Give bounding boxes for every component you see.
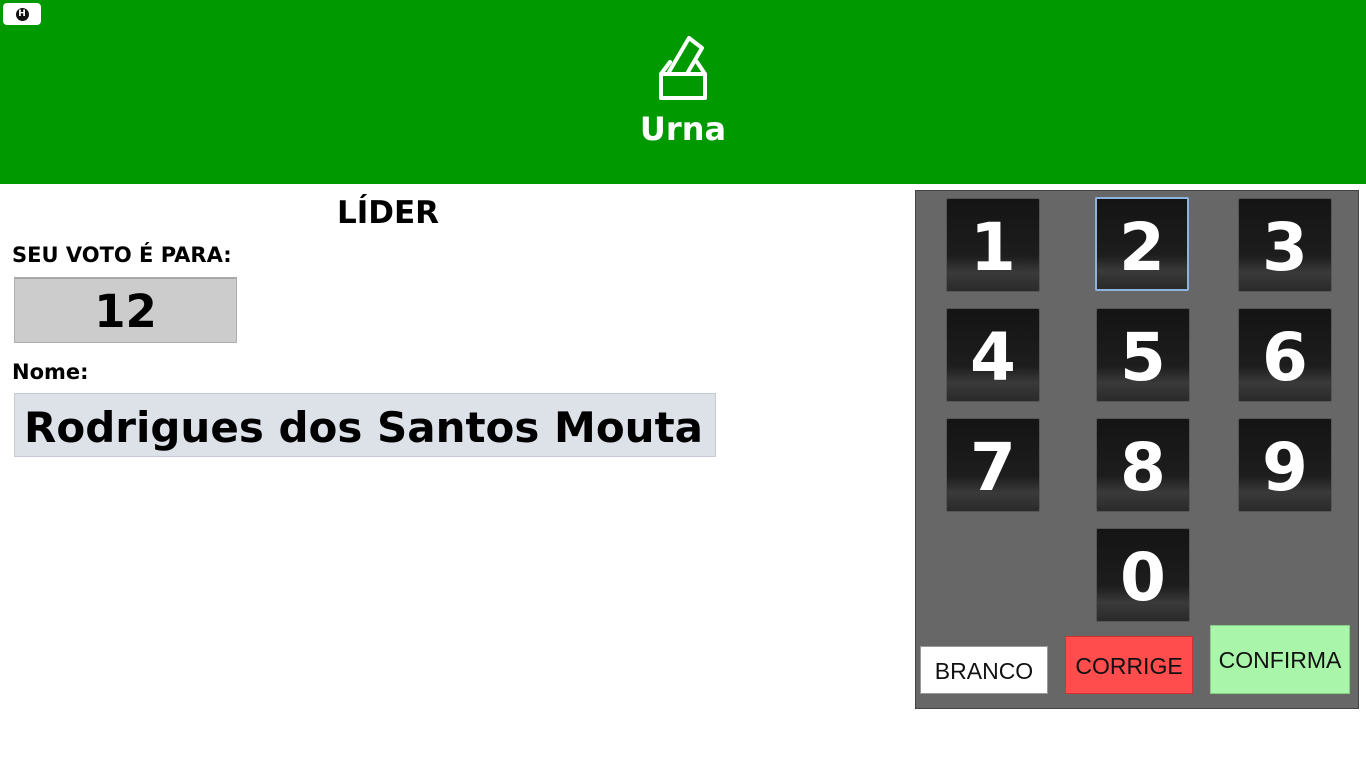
corner-menu-button[interactable]: H [3, 3, 41, 25]
candidate-name-display: Rodrigues dos Santos Mouta [14, 393, 716, 457]
vote-label: SEU VOTO É PARA: [12, 243, 232, 267]
app-title: Urna [639, 110, 727, 148]
corner-menu-icon: H [15, 7, 29, 21]
key-0[interactable]: 0 [1096, 528, 1190, 622]
branco-button[interactable]: BRANCO [920, 646, 1048, 694]
app-header: H Urna [0, 0, 1366, 184]
key-1[interactable]: 1 [946, 198, 1040, 292]
vote-number-display: 12 [14, 277, 237, 343]
keypad-panel: 1 2 3 4 5 6 7 8 9 0 BRANCO CORRIGE CONFI… [915, 190, 1359, 709]
name-label: Nome: [12, 360, 89, 384]
corrige-button[interactable]: CORRIGE [1065, 636, 1193, 694]
key-4[interactable]: 4 [946, 308, 1040, 402]
ballot-box-icon [659, 36, 707, 100]
key-2[interactable]: 2 [1095, 197, 1189, 291]
key-6[interactable]: 6 [1238, 308, 1332, 402]
key-3[interactable]: 3 [1238, 198, 1332, 292]
key-5[interactable]: 5 [1096, 308, 1190, 402]
key-7[interactable]: 7 [946, 418, 1040, 512]
key-9[interactable]: 9 [1238, 418, 1332, 512]
role-title: LÍDER [336, 195, 440, 231]
confirma-button[interactable]: CONFIRMA [1210, 625, 1350, 694]
key-8[interactable]: 8 [1096, 418, 1190, 512]
